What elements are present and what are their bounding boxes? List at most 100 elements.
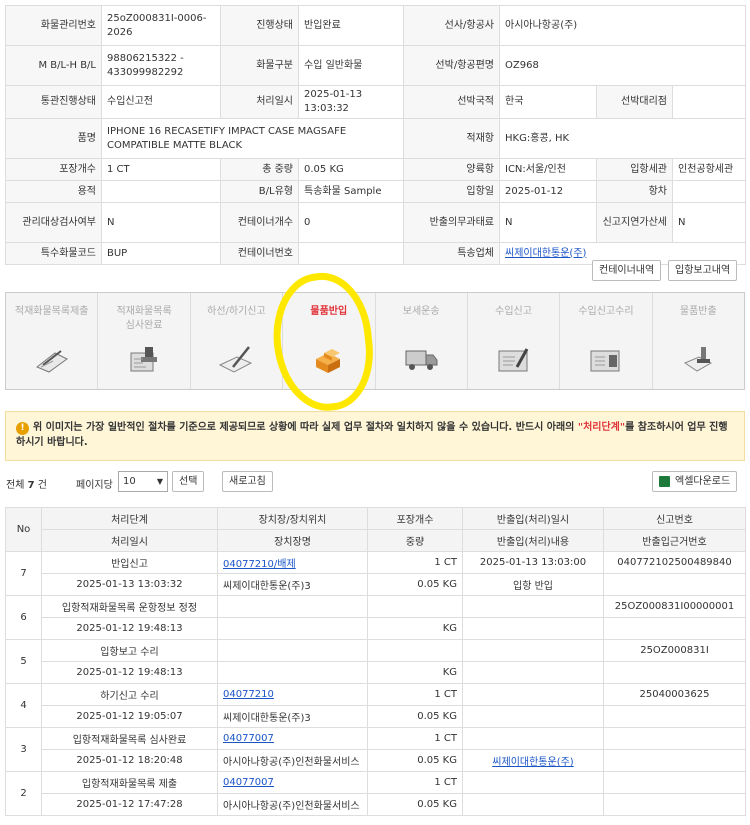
step-import-approval: 수입신고수리 xyxy=(560,293,653,389)
customs-value: 인천공항세관 xyxy=(672,158,746,181)
nation-value: 한국 xyxy=(499,85,597,119)
row-basis-no xyxy=(603,661,746,684)
table-row: 2025-01-12 19:48:13 KG xyxy=(6,617,746,640)
header-io-desc: 반출입(처리)내용 xyxy=(462,529,604,552)
agent-value xyxy=(672,85,746,119)
total-count: 전체 7 건 xyxy=(6,476,47,491)
row-location-link[interactable]: 04077007 xyxy=(223,733,274,744)
container-no-value xyxy=(298,242,404,265)
row-basis-no xyxy=(603,705,746,728)
row-place xyxy=(217,661,368,684)
container-cnt-value: 0 xyxy=(298,202,404,243)
pkg-value: 1 CT xyxy=(101,158,221,181)
volume-value xyxy=(101,180,221,203)
row-location-link[interactable]: 04077210 xyxy=(223,689,274,700)
form-pen-icon xyxy=(498,348,528,372)
row-io-time xyxy=(462,771,604,794)
row-pkg: 1 CT xyxy=(367,727,463,750)
row-io-time xyxy=(462,683,604,706)
row-place xyxy=(217,617,368,640)
step-manifest-submit: 적재화물목록제출 xyxy=(6,293,99,389)
header-proc-time: 처리일시 xyxy=(41,529,218,552)
load-port-label: 적재항 xyxy=(403,118,500,159)
row-weight: KG xyxy=(367,617,463,640)
step-manifest-review: 적재화물목록 심사완료 xyxy=(98,293,191,389)
truck-icon xyxy=(405,350,438,370)
excel-icon xyxy=(659,476,670,487)
voyage-value xyxy=(672,180,746,203)
container-list-button[interactable]: 컨테이너내역 xyxy=(592,260,662,281)
header-decl-no: 신고번호 xyxy=(603,507,746,530)
item-label: 품명 xyxy=(5,118,102,159)
row-pkg xyxy=(367,595,463,618)
refresh-button[interactable]: 새로고침 xyxy=(222,471,273,492)
late-label: 신고지연가산세 xyxy=(596,202,673,243)
row-step: 입항적재화물목록 제출 xyxy=(41,771,218,794)
excel-download-label: 엑셀다운로드 xyxy=(675,476,731,487)
weight-value: 0.05 KG xyxy=(298,158,404,181)
cargo-info-table: 화물관리번호 25oZ000831I-0006-2026 진행상태 반입완료 선… xyxy=(5,5,746,265)
header-pkg: 포장개수 xyxy=(367,507,463,530)
row-decl-no: 25OZ000831I00000001 xyxy=(603,595,746,618)
mbl-label: M B/L-H B/L xyxy=(5,45,102,86)
row-io-desc xyxy=(462,793,604,816)
clearance-label: 통관진행상태 xyxy=(5,85,102,119)
row-proc-time: 2025-01-12 19:48:13 xyxy=(41,661,218,684)
row-proc-time: 2025-01-12 17:47:28 xyxy=(41,793,218,816)
table-row: 4 하기신고 수리 04077210 1 CT 25040003625 xyxy=(5,683,746,728)
vessel-value: OZ968 xyxy=(499,45,746,86)
agent-label: 선박대리점 xyxy=(596,85,673,119)
step-label: 수입신고 xyxy=(495,306,532,317)
row-io-time xyxy=(462,727,604,750)
row-decl-no: 25OZ000831I xyxy=(603,639,746,662)
notice-text-before: 위 이미지는 가장 일반적인 절차를 기준으로 제공되므로 상황에 따라 실제 … xyxy=(33,422,578,433)
bl-type-label: B/L유형 xyxy=(220,180,299,203)
table-row: 3 입항적재화물목록 심사완료 04077007 1 CT xyxy=(5,727,746,772)
bl-type-value: 특송화물 Sample xyxy=(298,180,404,203)
row-pkg: 1 CT xyxy=(367,771,463,794)
row-io-desc-link[interactable]: 씨제이대한통운(주) xyxy=(492,757,573,768)
row-io-time: 2025-01-13 13:03:00 xyxy=(462,551,604,574)
header-place: 장치장명 xyxy=(217,529,368,552)
row-location-link[interactable]: 04077210/배제 xyxy=(223,559,296,570)
boxes-icon xyxy=(315,349,340,373)
table-row: 2025-01-13 13:03:32 씨제이대한통운(주)3 0.05 KG 입항 … xyxy=(6,573,746,596)
pen-paper-icon xyxy=(219,346,253,373)
row-no: 4 xyxy=(5,683,42,728)
special-value: BUP xyxy=(101,242,221,265)
row-weight: 0.05 KG xyxy=(367,573,463,596)
excel-download-button[interactable]: 엑셀다운로드 xyxy=(652,471,738,492)
container-cnt-label: 컨테이너개수 xyxy=(220,202,299,243)
unload-value: ICN:서울/인천 xyxy=(499,158,597,181)
row-location-cell xyxy=(217,639,368,662)
inspect-label: 관리대상검사여부 xyxy=(5,202,102,243)
row-decl-no xyxy=(603,771,746,794)
hand-stamp-icon xyxy=(684,347,713,372)
step-goods-out: 물품반출 xyxy=(653,293,744,389)
express-label: 특송업체 xyxy=(403,242,500,265)
header-location: 장치장/장치위치 xyxy=(217,507,368,530)
row-weight: KG xyxy=(367,661,463,684)
customs-label: 입항세관 xyxy=(596,158,673,181)
row-no: 3 xyxy=(5,727,42,772)
row-no: 5 xyxy=(5,639,42,684)
row-place: 아시아나항공(주)인천화물서비스 xyxy=(217,793,368,816)
step-label: 하선/하기신고 xyxy=(207,306,266,317)
row-decl-no: 25040003625 xyxy=(603,683,746,706)
select-button[interactable]: 선택 xyxy=(172,471,205,492)
row-basis-no xyxy=(603,617,746,640)
proc-time-label: 처리일시 xyxy=(220,85,299,119)
header-step: 처리단계 xyxy=(41,507,218,530)
per-page-select[interactable]: 10 ▼ xyxy=(118,471,168,492)
row-step: 반입신고 xyxy=(41,551,218,574)
row-location-link[interactable]: 04077007 xyxy=(223,777,274,788)
row-step: 입항적재화물목록 운항정보 정정 xyxy=(41,595,218,618)
weight-label: 총 중량 xyxy=(220,158,299,181)
header-no: No xyxy=(5,507,42,552)
express-link[interactable]: 씨제이대한통운(주) xyxy=(505,248,586,259)
unload-label: 양륙항 xyxy=(403,158,500,181)
step-label: 적재화물목록 심사완료 xyxy=(116,306,172,331)
arrival-report-button[interactable]: 입항보고내역 xyxy=(668,260,738,281)
row-io-desc xyxy=(462,661,604,684)
total-suffix: 건 xyxy=(37,480,47,491)
